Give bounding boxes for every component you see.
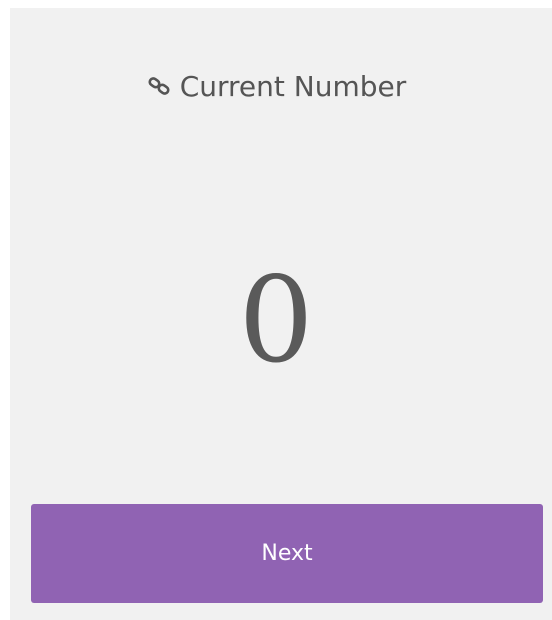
link-icon bbox=[146, 73, 172, 99]
current-number-value: 0 bbox=[238, 251, 314, 389]
header-title: Current Number bbox=[179, 69, 407, 103]
current-number-header: Current Number bbox=[0, 64, 552, 108]
next-button[interactable]: Next bbox=[31, 504, 543, 603]
